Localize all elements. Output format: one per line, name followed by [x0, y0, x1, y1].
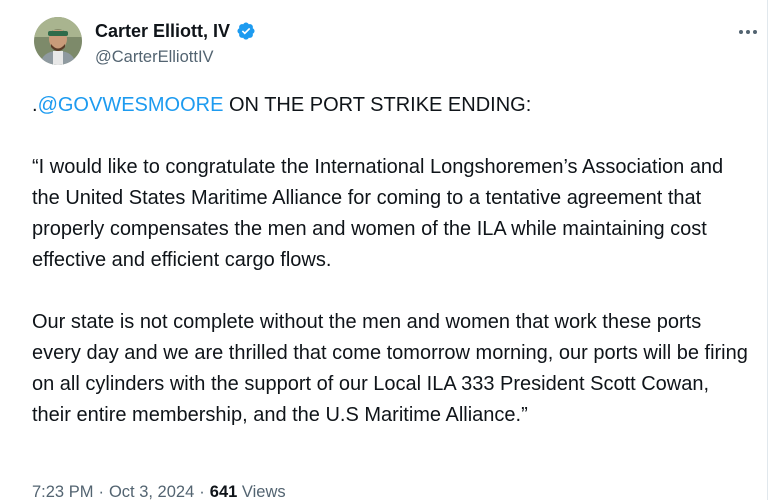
verified-badge-icon[interactable] [236, 21, 256, 41]
tweet-body: .@GOVWESMOORE ON THE PORT STRIKE ENDING:… [32, 90, 752, 431]
views-label: Views [241, 483, 286, 500]
mention-link[interactable]: @GOVWESMOORE [38, 94, 224, 116]
tweet-paragraph-2: Our state is not complete without the me… [32, 311, 748, 426]
author-handle[interactable]: @CarterElliottIV [95, 47, 214, 67]
avatar-image [34, 17, 82, 65]
avatar[interactable] [34, 17, 82, 65]
tweet-headline: .@GOVWESMOORE ON THE PORT STRIKE ENDING: [32, 90, 752, 121]
author-name[interactable]: Carter Elliott, IV [95, 21, 230, 41]
tweet-time[interactable]: 7:23 PM [32, 483, 93, 500]
author-row: Carter Elliott, IV [95, 21, 256, 41]
meta-separator: · [199, 483, 205, 500]
meta-separator: · [98, 483, 104, 500]
tweet-date[interactable]: Oct 3, 2024 [109, 483, 194, 500]
more-horizontal-icon[interactable] [737, 25, 759, 37]
views-count: 641 [209, 483, 238, 500]
headline-text: ON THE PORT STRIKE ENDING: [223, 94, 532, 116]
tweet-card: Carter Elliott, IV @CarterElliottIV .@GO… [0, 0, 768, 500]
tweet-paragraph-1: “I would like to congratulate the Intern… [32, 156, 724, 271]
tweet-meta: 7:23 PM · Oct 3, 2024 · 641 Views [32, 481, 286, 500]
